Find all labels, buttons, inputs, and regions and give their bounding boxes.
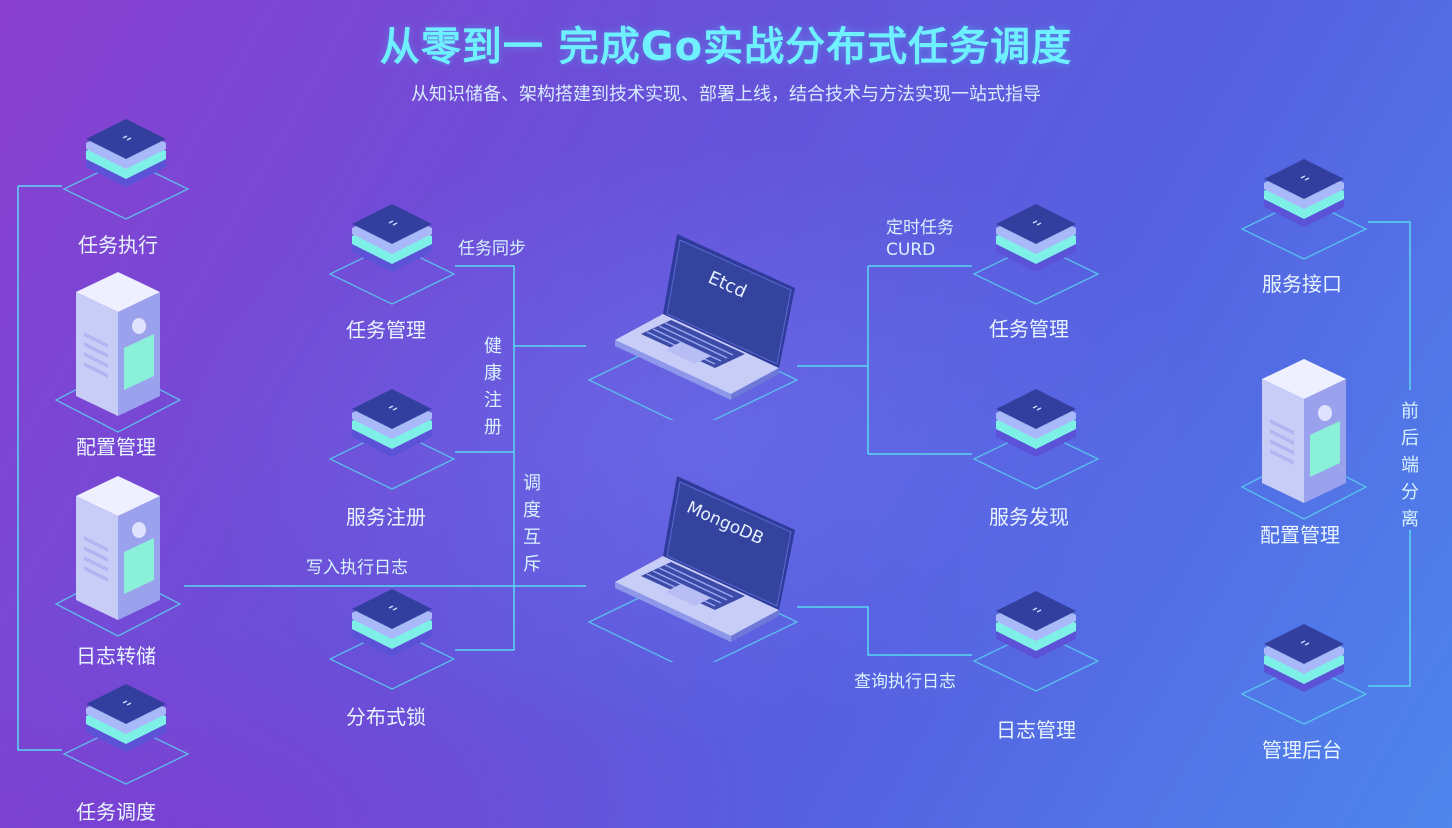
far-config-server-icon [1241, 358, 1367, 520]
node-admin: 管理后台 [1262, 738, 1342, 762]
mid-task-mgmt-chip-icon [329, 203, 455, 305]
node-log-mgmt: 日志管理 [996, 718, 1076, 742]
node-log-dump: 日志转储 [76, 644, 156, 668]
node-dist-lock: 分布式锁 [346, 705, 426, 729]
admin-chip-icon [1241, 623, 1367, 725]
etcd-laptop-icon [588, 233, 798, 420]
node-config-mgmt-left: 配置管理 [76, 435, 156, 459]
task-sched-chip-icon [63, 683, 189, 785]
edge-write-log: 写入执行日志 [306, 558, 408, 578]
architecture-diagram: Etcd MongoDB [17, 118, 1411, 785]
edge-sched-mutex: 调度互斥 [523, 473, 541, 575]
edge-frontend-backend: 前后端分离 [1401, 401, 1419, 530]
right-task-mgmt-chip-icon [973, 203, 1099, 305]
node-icons [55, 118, 1367, 785]
node-task-mgmt-mid: 任务管理 [346, 318, 426, 342]
node-service-disc: 服务发现 [989, 505, 1069, 529]
service-api-chip-icon [1241, 158, 1367, 260]
node-task-mgmt-right: 任务管理 [989, 317, 1069, 341]
task-exec-chip-icon [63, 118, 189, 220]
edge-task-sync: 任务同步 [458, 239, 526, 259]
node-task-exec: 任务执行 [78, 233, 158, 257]
edge-cron-curd: CURD [886, 240, 936, 260]
node-service-api: 服务接口 [1262, 272, 1342, 296]
edge-query-log: 查询执行日志 [854, 672, 956, 692]
log-dump-server-icon [55, 475, 181, 637]
service-disc-chip-icon [973, 388, 1099, 490]
edge-cron-title: 定时任务 [886, 218, 954, 238]
node-service-reg: 服务注册 [346, 505, 426, 529]
dist-lock-chip-icon [329, 588, 455, 690]
node-config-mgmt-right: 配置管理 [1260, 523, 1340, 547]
node-task-sched: 任务调度 [76, 800, 156, 824]
config-server-icon [55, 271, 181, 433]
log-mgmt-chip-icon [973, 590, 1099, 692]
service-reg-chip-icon [329, 388, 455, 490]
edge-health-reg: 健康注册 [484, 336, 502, 438]
